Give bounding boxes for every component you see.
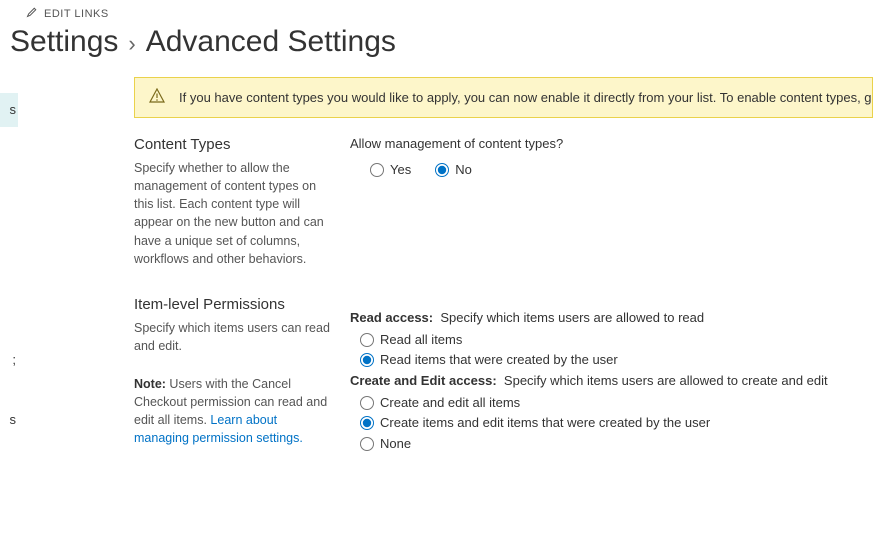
content-types-desc: Specify whether to allow the management … (134, 159, 332, 268)
warning-icon (149, 88, 165, 107)
radio-input-edit-own[interactable] (360, 416, 374, 430)
item-permissions-heading: Item-level Permissions (134, 296, 332, 313)
radio-read-own[interactable]: Read items that were created by the user (360, 351, 853, 369)
chevron-right-icon: › (128, 31, 135, 57)
radio-input-read-own[interactable] (360, 353, 374, 367)
content-types-heading: Content Types (134, 136, 332, 153)
edit-links-label: EDIT LINKS (44, 8, 109, 20)
item-permissions-note: Note: Users with the Cancel Checkout per… (134, 375, 332, 448)
radio-input-no[interactable] (435, 163, 449, 177)
info-banner: If you have content types you would like… (134, 77, 873, 118)
breadcrumb-current: Advanced Settings (146, 25, 396, 59)
radio-input-edit-none[interactable] (360, 437, 374, 451)
radio-input-edit-all[interactable] (360, 396, 374, 410)
item-permissions-desc: Specify which items users can read and e… (134, 319, 332, 355)
radio-edit-own[interactable]: Create items and edit items that were cr… (350, 414, 853, 432)
breadcrumb-parent[interactable]: Settings (10, 25, 118, 59)
radio-edit-all[interactable]: Create and edit all items (360, 394, 853, 412)
left-sidebar: s ; s (0, 77, 18, 437)
radio-content-types-no[interactable]: No (435, 161, 472, 179)
radio-input-read-all[interactable] (360, 333, 374, 347)
breadcrumb: Settings › Advanced Settings (0, 25, 873, 77)
content-types-question: Allow management of content types? (350, 136, 853, 151)
edit-links-button[interactable]: EDIT LINKS (0, 0, 873, 25)
sidebar-item-selected[interactable]: s (0, 93, 18, 127)
radio-input-yes[interactable] (370, 163, 384, 177)
sidebar-item-2[interactable]: ; (0, 343, 18, 377)
pencil-icon (26, 6, 38, 21)
radio-edit-none[interactable]: None (360, 435, 853, 453)
section-item-permissions: Item-level Permissions Specify which ite… (134, 296, 873, 455)
banner-text: If you have content types you would like… (179, 90, 873, 105)
radio-read-all[interactable]: Read all items (360, 331, 853, 349)
sidebar-item-3[interactable]: s (0, 403, 18, 437)
radio-content-types-yes[interactable]: Yes (370, 161, 411, 179)
edit-access-label: Create and Edit access: Specify which it… (350, 373, 853, 388)
read-access-label: Read access: Specify which items users a… (350, 310, 853, 325)
section-content-types: Content Types Specify whether to allow t… (134, 136, 873, 268)
